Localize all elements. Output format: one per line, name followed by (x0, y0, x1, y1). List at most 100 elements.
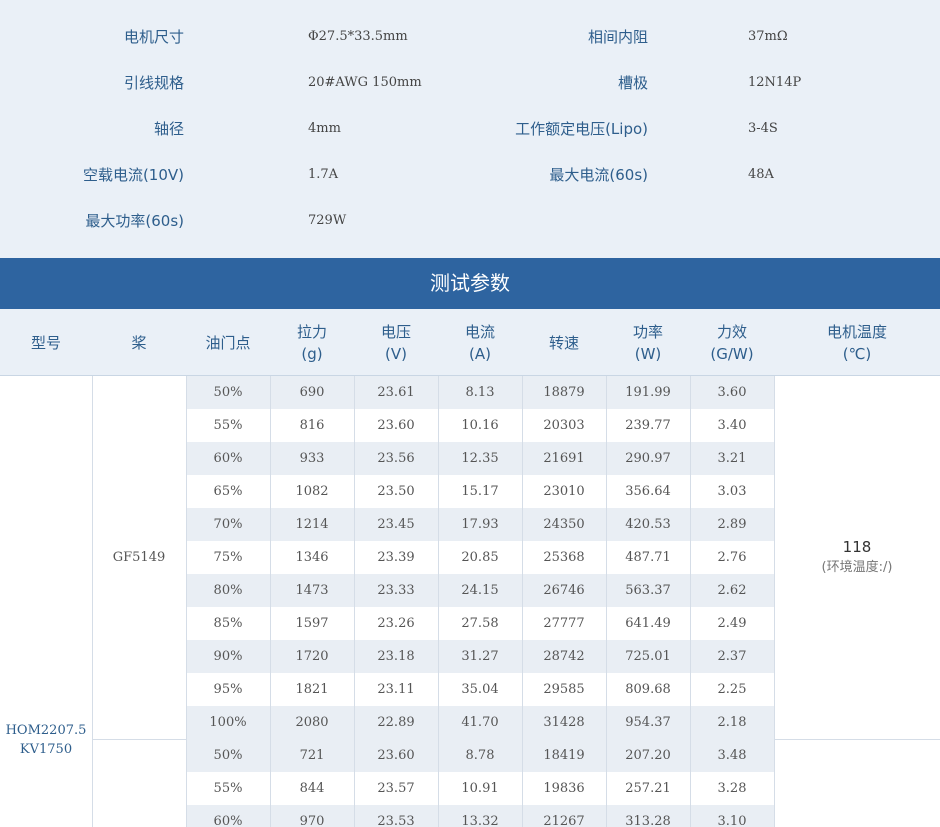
table-cell: 420.53 (625, 517, 671, 532)
table-cell: 239.77 (625, 418, 671, 433)
table-cell: 1346 (295, 550, 329, 565)
table-cell: 19836 (543, 781, 585, 796)
column-header: 力效 (G/W) (690, 309, 774, 376)
table-cell: 12.35 (461, 451, 499, 466)
column-header: 油门点 (186, 309, 270, 376)
table-cell: 60% (213, 451, 243, 466)
table-cell: 23.60 (377, 418, 415, 433)
table-cell: 18879 (543, 385, 585, 400)
table-cell: 23010 (543, 484, 585, 499)
spec-row: 引线规格 20#AWG 150mm 槽极 12N14P (0, 73, 940, 119)
table-cell: 356.64 (625, 484, 671, 499)
column-header-label: 功率 (632, 322, 663, 341)
spec-value: 729W (308, 213, 347, 228)
table-cell: 21691 (543, 451, 585, 466)
table-cell: 690 (299, 385, 325, 400)
column-header-label: 桨 (131, 333, 147, 352)
table-cell: 15.17 (461, 484, 499, 499)
table-cell: 28742 (543, 649, 585, 664)
column-divider (774, 376, 775, 827)
table-cell: 3.10 (717, 814, 747, 827)
spec-label: 相间内阻 (587, 28, 648, 46)
table-cell: 3.60 (717, 385, 747, 400)
column-header: 电流 (A) (438, 309, 522, 376)
table-cell: 10.16 (461, 418, 499, 433)
table-cell: 2080 (295, 715, 329, 730)
table-cell: 24.15 (461, 583, 499, 598)
column-divider (438, 376, 439, 827)
spec-value: Φ27.5*33.5mm (308, 29, 408, 44)
table-cell: 70% (213, 517, 243, 532)
table-cell: 13.32 (461, 814, 499, 827)
table-cell: 721 (299, 748, 325, 763)
prop-cell: GF5149 (112, 549, 166, 565)
table-cell: 85% (213, 616, 243, 631)
table-header: 型号 桨 油门点 拉力 (g) 电压 (V) 电流 (A) 转速 功率 (W) 力效 (G/W) 电机温度 (… (0, 309, 940, 376)
spec-label: 引线规格 (123, 74, 184, 92)
table-cell: 23.45 (377, 517, 415, 532)
table-cell: 20303 (543, 418, 585, 433)
column-header: 转速 (522, 309, 606, 376)
table-cell: 8.13 (465, 385, 495, 400)
column-header-label: 转速 (548, 333, 579, 352)
column-header-label: 拉力 (296, 322, 327, 341)
table-cell: 18419 (543, 748, 585, 763)
motor-temp-value: 118 (842, 537, 872, 556)
spec-row: 电机尺寸 Φ27.5*33.5mm 相间内阻 37mΩ (0, 27, 940, 73)
table-cell: 1214 (295, 517, 329, 532)
table-cell: 563.37 (625, 583, 671, 598)
table-cell: 23.33 (377, 583, 415, 598)
column-header-label: 电机温度 (826, 322, 887, 341)
spec-value: 12N14P (748, 75, 802, 90)
table-cell: 35.04 (461, 682, 499, 697)
specs-section: 电机尺寸 Φ27.5*33.5mm 相间内阻 37mΩ 引线规格 20#AWG 150mm… (0, 0, 940, 258)
column-divider (606, 376, 607, 827)
table-cell: 1082 (295, 484, 329, 499)
table-cell: 31.27 (461, 649, 499, 664)
table-cell: 23.50 (377, 484, 415, 499)
table-cell: 23.56 (377, 451, 415, 466)
column-header-unit: (g) (301, 344, 323, 363)
table-cell: 23.53 (377, 814, 415, 827)
table-cell: 2.76 (717, 550, 747, 565)
table-cell: 487.71 (625, 550, 671, 565)
model-name: HOM2207.5 (5, 723, 87, 738)
table-cell: 80% (213, 583, 243, 598)
table-cell: 55% (213, 418, 243, 433)
spec-value: 3-4S (748, 121, 778, 136)
column-header: 型号 (0, 309, 92, 376)
column-header-unit: (℃) (842, 344, 872, 363)
table-cell: 313.28 (625, 814, 671, 827)
table-cell: 844 (299, 781, 325, 796)
column-divider (354, 376, 355, 827)
table-cell: 50% (213, 385, 243, 400)
table-cell: 23.39 (377, 550, 415, 565)
column-header-label: 电流 (464, 322, 495, 341)
table-cell: 29585 (543, 682, 585, 697)
column-header-label: 力效 (716, 322, 747, 341)
table-cell: 290.97 (625, 451, 671, 466)
table-cell: 207.20 (625, 748, 671, 763)
spec-row: 最大功率(60s) 729W (0, 211, 940, 257)
table-cell: 23.18 (377, 649, 415, 664)
spec-row: 空载电流(10V) 1.7A 最大电流(60s) 48A (0, 165, 940, 211)
spec-label: 最大电流(60s) (549, 166, 648, 184)
section-title: 测试参数 (0, 258, 940, 309)
spec-label: 电机尺寸 (123, 28, 184, 46)
column-header-unit: (V) (385, 344, 407, 363)
table-cell: 20.85 (461, 550, 499, 565)
spec-row: 轴径 4mm 工作额定电压(Lipo) 3-4S (0, 119, 940, 165)
table-cell: 23.60 (377, 748, 415, 763)
table-cell: 60% (213, 814, 243, 827)
spec-label: 轴径 (153, 120, 184, 138)
table-cell: 90% (213, 649, 243, 664)
table-cell: 27.58 (461, 616, 499, 631)
table-cell: 2.62 (717, 583, 747, 598)
column-header-label: 型号 (30, 333, 61, 352)
column-divider (522, 376, 523, 827)
table-cell: 22.89 (377, 715, 415, 730)
table-cell: 3.48 (717, 748, 747, 763)
table-cell: 970 (299, 814, 325, 827)
table-cell: 10.91 (461, 781, 499, 796)
column-header: 电压 (V) (354, 309, 438, 376)
